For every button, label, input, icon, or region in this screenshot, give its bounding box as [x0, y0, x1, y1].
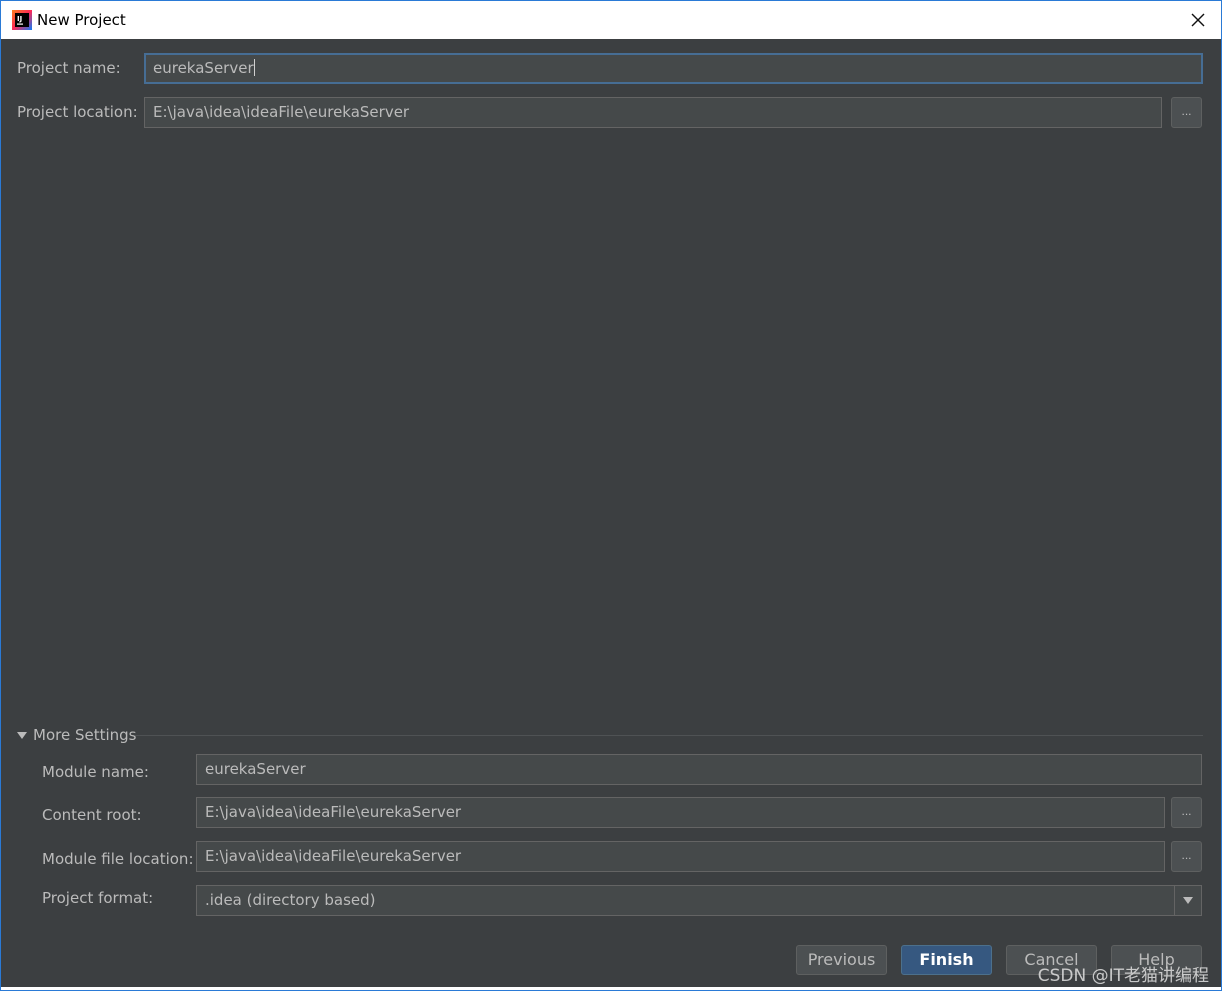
- project-name-value: eurekaServer: [153, 59, 254, 77]
- text-caret: [253, 59, 255, 76]
- browse-project-location-button[interactable]: ...: [1171, 97, 1202, 128]
- more-settings-title: More Settings: [33, 726, 137, 744]
- module-name-label: Module name:: [42, 763, 149, 781]
- project-name-label: Project name:: [17, 59, 121, 77]
- module-name-input[interactable]: eurekaServer: [196, 754, 1202, 785]
- project-format-value: .idea (directory based): [205, 891, 376, 909]
- module-file-location-input[interactable]: E:\java\idea\ideaFile\eurekaServer: [196, 841, 1165, 872]
- svg-text:IJ: IJ: [17, 15, 22, 23]
- more-settings-toggle[interactable]: More Settings: [17, 726, 136, 744]
- project-format-select[interactable]: .idea (directory based): [196, 885, 1202, 916]
- help-button[interactable]: Help: [1111, 945, 1202, 975]
- window-title: New Project: [37, 11, 126, 29]
- module-file-location-value: E:\java\idea\ideaFile\eurekaServer: [205, 847, 462, 865]
- content-root-value: E:\java\idea\ideaFile\eurekaServer: [205, 803, 462, 821]
- close-icon: [1191, 13, 1205, 27]
- content-root-label: Content root:: [42, 806, 142, 824]
- cancel-button[interactable]: Cancel: [1006, 945, 1097, 975]
- content-root-input[interactable]: E:\java\idea\ideaFile\eurekaServer: [196, 797, 1165, 828]
- title-bar: IJ New Project: [1, 1, 1221, 39]
- browse-content-root-button[interactable]: ...: [1171, 797, 1202, 828]
- underlying-window-strip: [1, 987, 1221, 990]
- module-name-value: eurekaServer: [205, 760, 306, 778]
- project-name-input[interactable]: eurekaServer: [144, 53, 1203, 84]
- project-location-input[interactable]: E:\java\idea\ideaFile\eurekaServer: [144, 97, 1162, 128]
- browse-module-file-location-button[interactable]: ...: [1171, 841, 1202, 872]
- previous-button[interactable]: Previous: [796, 945, 887, 975]
- finish-button[interactable]: Finish: [901, 945, 992, 975]
- close-button[interactable]: [1175, 1, 1221, 39]
- module-file-location-label: Module file location:: [42, 850, 194, 868]
- project-location-label: Project location:: [17, 103, 138, 121]
- intellij-idea-icon: IJ: [12, 10, 32, 30]
- triangle-down-icon: [17, 731, 27, 739]
- project-location-value: E:\java\idea\ideaFile\eurekaServer: [153, 103, 410, 121]
- project-format-label: Project format:: [42, 889, 154, 907]
- dropdown-button[interactable]: [1174, 886, 1201, 915]
- chevron-down-icon: [1183, 897, 1193, 904]
- section-divider: [135, 735, 1203, 736]
- new-project-dialog: IJ New Project Project name: eurekaServe…: [0, 0, 1222, 991]
